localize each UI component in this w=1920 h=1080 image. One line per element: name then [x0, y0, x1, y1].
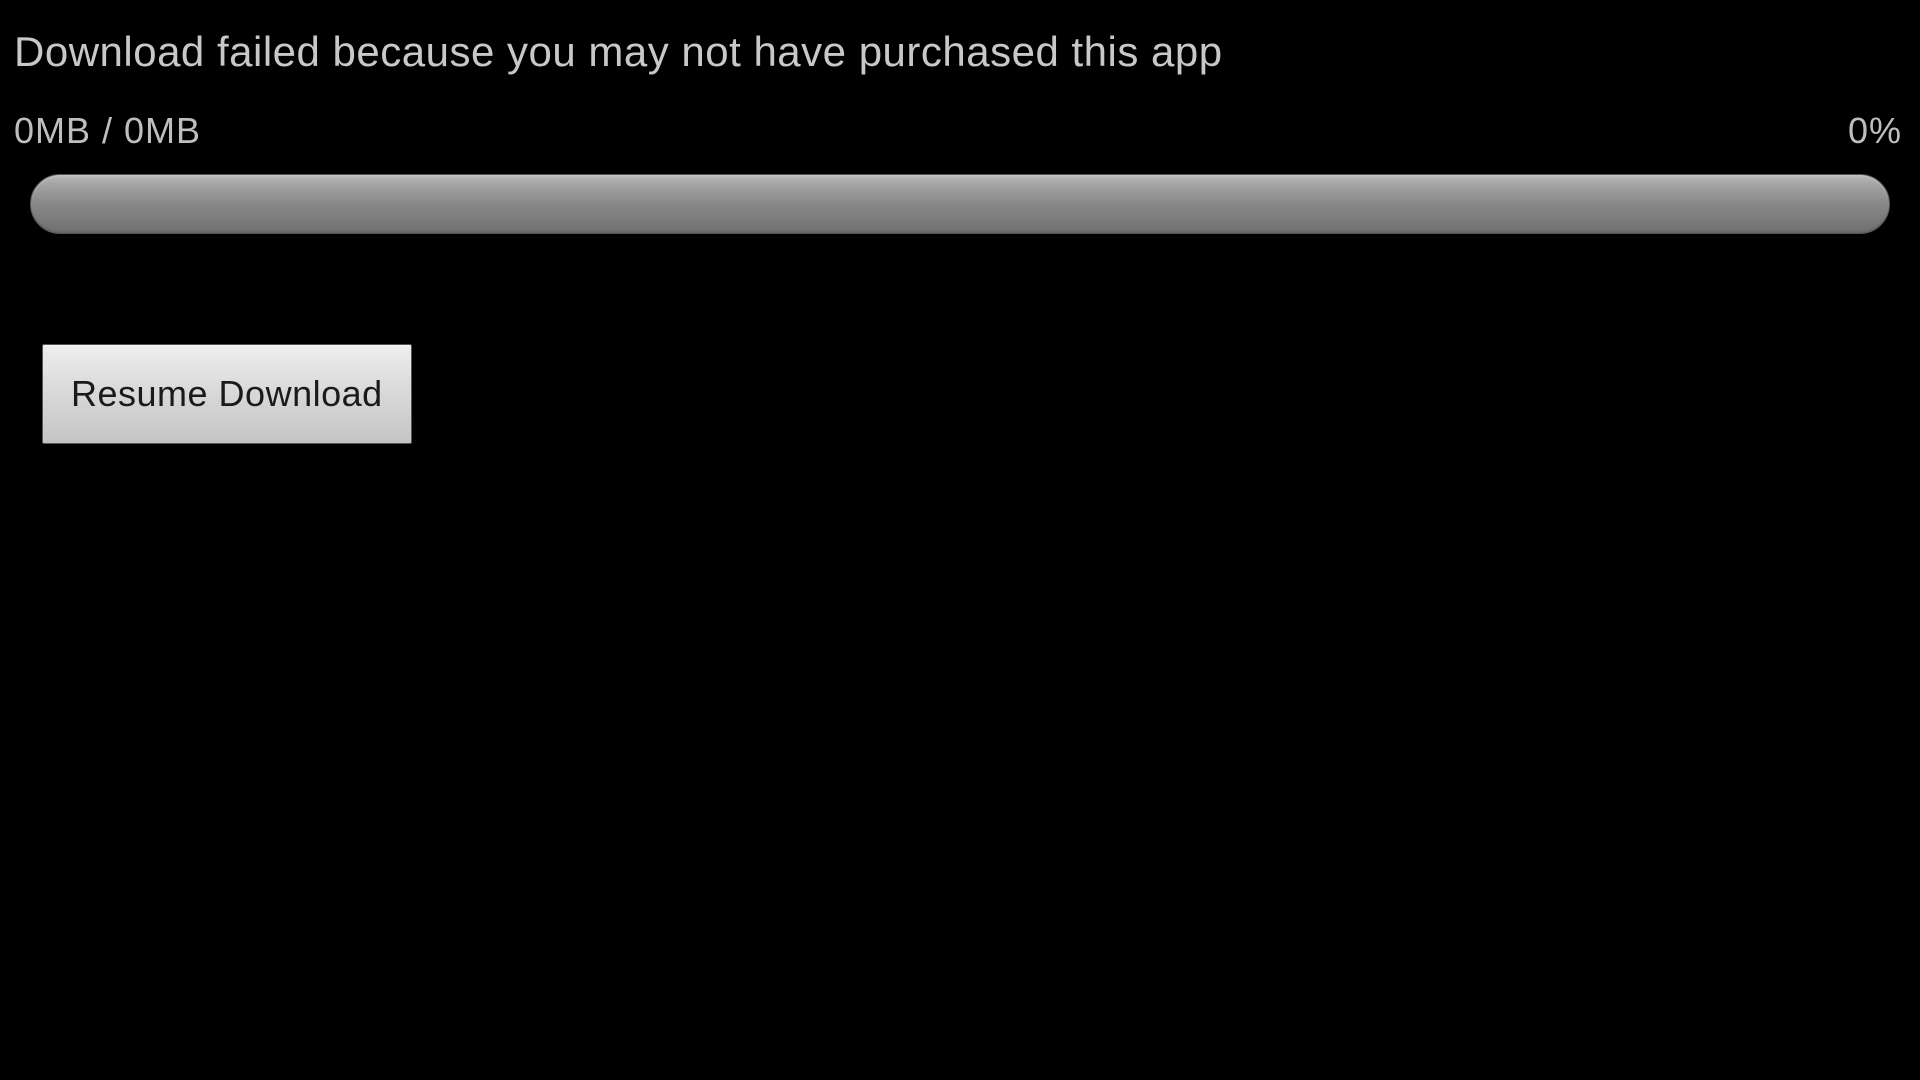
- resume-download-button[interactable]: Resume Download: [42, 344, 412, 444]
- download-percent-label: 0%: [1848, 110, 1902, 152]
- download-size-label: 0MB / 0MB: [14, 110, 201, 152]
- download-progress-bar: [30, 174, 1890, 234]
- download-error-message: Download failed because you may not have…: [14, 28, 1906, 76]
